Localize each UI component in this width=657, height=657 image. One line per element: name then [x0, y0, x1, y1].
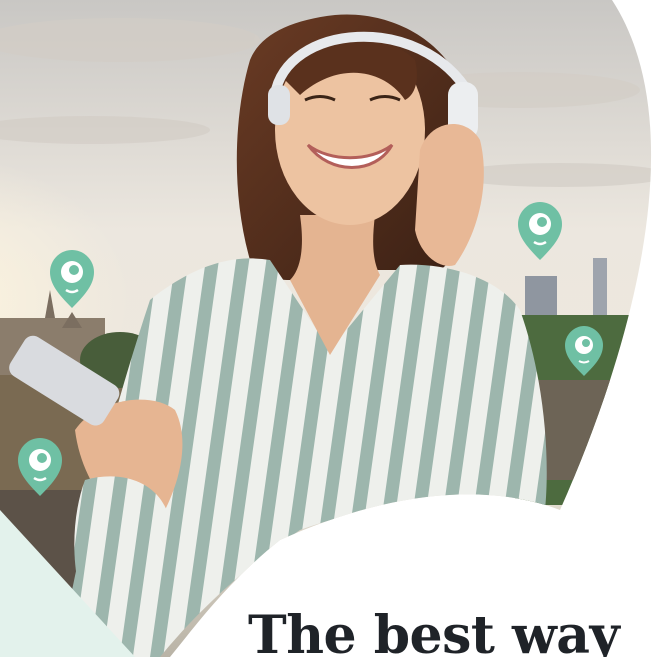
hero-banner: The best way	[0, 0, 657, 657]
headline: The best way	[248, 605, 620, 657]
hero-photo	[0, 0, 652, 657]
